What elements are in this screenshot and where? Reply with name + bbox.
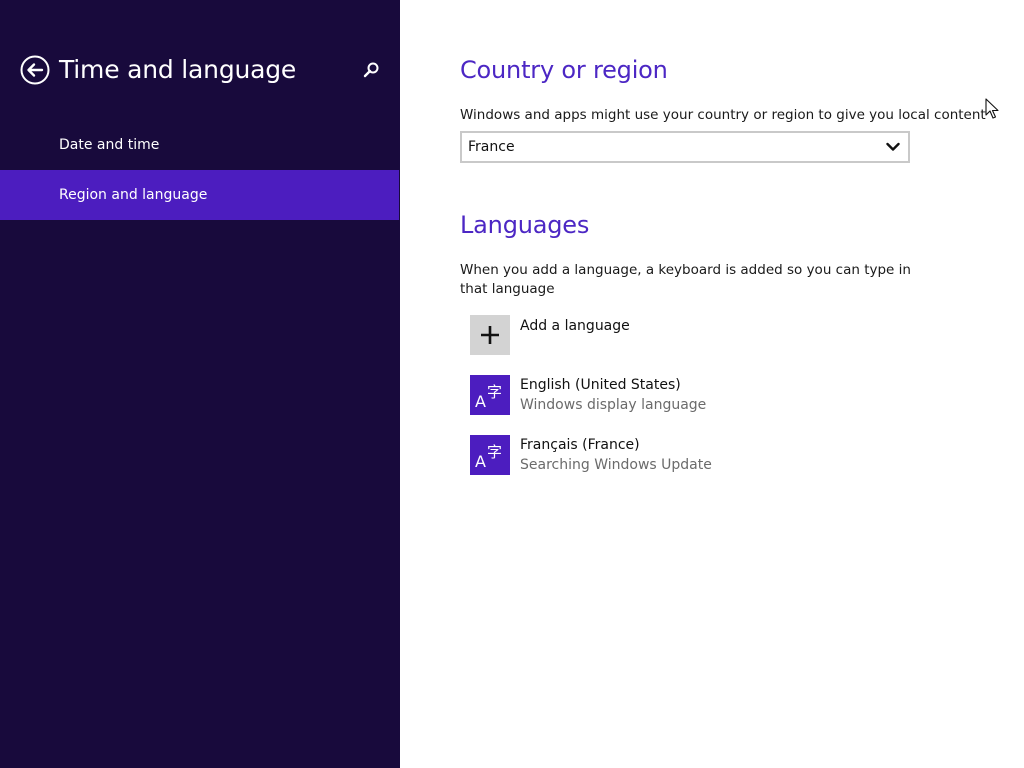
- language-tile: A 字: [470, 435, 510, 475]
- add-language-label: Add a language: [520, 318, 630, 334]
- back-button[interactable]: [20, 55, 50, 85]
- settings-window: Time and language Date and time Region a…: [0, 0, 1024, 768]
- chevron-down-icon: [886, 142, 900, 151]
- language-icon: A 字: [475, 383, 502, 411]
- language-icon: A 字: [475, 443, 502, 471]
- mouse-cursor-icon: [985, 98, 999, 119]
- languages-description: When you add a language, a keyboard is a…: [460, 262, 911, 297]
- language-name: English (United States): [520, 377, 681, 393]
- sidebar-item-label: Date and time: [59, 137, 160, 153]
- sidebar-item-date-and-time[interactable]: Date and time: [0, 120, 399, 170]
- main-content: Country or region Windows and apps might…: [400, 0, 1024, 768]
- languages-section-title: Languages: [460, 211, 590, 239]
- svg-text:A: A: [475, 392, 486, 411]
- language-status: Searching Windows Update: [520, 457, 712, 473]
- language-name: Français (France): [520, 437, 640, 453]
- language-item-english[interactable]: A 字 English (United States) Windows disp…: [470, 375, 770, 417]
- svg-text:A: A: [475, 452, 486, 471]
- country-description: Windows and apps might use your country …: [460, 107, 986, 123]
- language-tile: A 字: [470, 375, 510, 415]
- add-language-tile: [470, 315, 510, 355]
- country-section-title: Country or region: [460, 56, 668, 84]
- country-dropdown-value: France: [468, 139, 515, 155]
- sidebar: Time and language Date and time Region a…: [0, 0, 400, 768]
- page-title: Time and language: [59, 55, 297, 84]
- svg-text:字: 字: [487, 383, 502, 401]
- svg-text:字: 字: [487, 443, 502, 461]
- sidebar-item-region-and-language[interactable]: Region and language: [0, 170, 399, 220]
- add-language-button[interactable]: Add a language: [470, 315, 770, 357]
- search-button[interactable]: [362, 61, 380, 79]
- back-arrow-icon: [20, 55, 50, 85]
- sidebar-item-label: Region and language: [59, 187, 208, 203]
- language-status: Windows display language: [520, 397, 707, 413]
- country-dropdown[interactable]: France: [460, 131, 910, 163]
- language-item-french[interactable]: A 字 Français (France) Searching Windows …: [470, 435, 770, 477]
- plus-icon: [481, 326, 499, 344]
- search-icon: [363, 62, 379, 78]
